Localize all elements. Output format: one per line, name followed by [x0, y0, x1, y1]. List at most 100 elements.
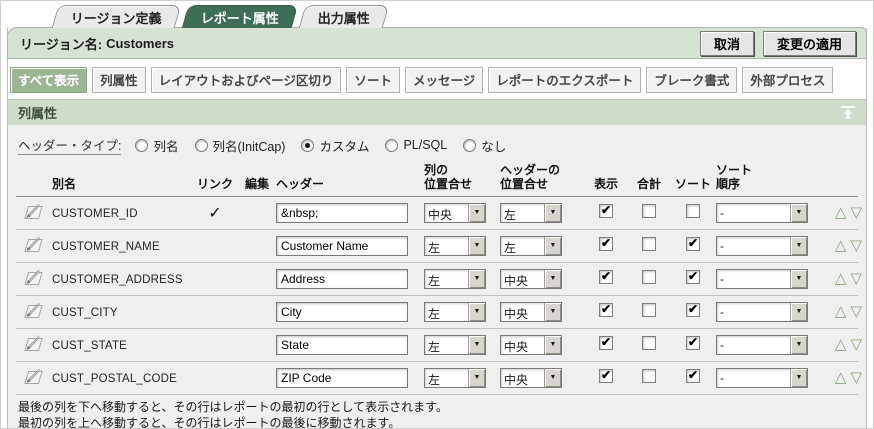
move-up-icon[interactable]: △	[835, 370, 847, 385]
edit-pencil-icon[interactable]	[22, 202, 44, 223]
column-alignment-select[interactable]: 中央 ▼	[424, 203, 486, 223]
edit-pencil-icon[interactable]	[22, 235, 44, 256]
move-up-icon[interactable]: △	[835, 337, 847, 352]
heading-input[interactable]	[276, 269, 408, 289]
heading-input[interactable]	[276, 203, 408, 223]
column-alignment-select[interactable]: 左 ▼	[424, 302, 486, 322]
heading-input[interactable]	[276, 236, 408, 256]
column-alignment-select[interactable]: 左 ▼	[424, 236, 486, 256]
sort-sequence-value: -	[717, 303, 790, 321]
filter-button-label: レポートのエクスポート	[496, 74, 633, 88]
sort-sequence-select[interactable]: - ▼	[716, 368, 808, 388]
filter-button-label: ソート	[354, 74, 392, 88]
filter-button[interactable]: レポートのエクスポート	[488, 67, 641, 93]
filter-button[interactable]: すべて表示	[10, 67, 87, 93]
move-down-icon[interactable]: ▽	[850, 271, 862, 286]
show-checkbox[interactable]	[599, 303, 613, 317]
column-alias: CUST_STATE	[52, 340, 127, 352]
filter-button[interactable]: ソート	[346, 67, 400, 93]
sum-checkbox[interactable]	[642, 204, 656, 218]
column-alignment-select[interactable]: 左 ▼	[424, 335, 486, 355]
sum-checkbox[interactable]	[642, 303, 656, 317]
column-alias: CUSTOMER_NAME	[52, 241, 160, 253]
sort-sequence-select[interactable]: - ▼	[716, 236, 808, 256]
filter-button[interactable]: 列属性	[92, 67, 146, 93]
dropdown-arrow-icon: ▼	[468, 237, 485, 255]
header-type-option: 列名	[135, 136, 178, 155]
move-down-icon[interactable]: ▽	[850, 238, 862, 253]
col-header-sort: ソート	[675, 178, 711, 192]
tab-label: リージョン定義	[71, 8, 162, 27]
heading-input[interactable]	[276, 335, 408, 355]
move-down-icon[interactable]: ▽	[850, 304, 862, 319]
heading-input[interactable]	[276, 302, 408, 322]
header-type-radio[interactable]	[301, 139, 314, 152]
heading-alignment-select[interactable]: 中央 ▼	[500, 368, 562, 388]
filter-button[interactable]: ブレーク書式	[646, 67, 737, 93]
heading-alignment-select[interactable]: 左 ▼	[500, 236, 562, 256]
dropdown-arrow-icon: ▼	[790, 303, 807, 321]
sum-checkbox[interactable]	[642, 336, 656, 350]
sort-checkbox[interactable]	[686, 270, 700, 284]
header-type-radio[interactable]	[195, 139, 208, 152]
filter-button[interactable]: レイアウトおよびページ区切り	[151, 67, 342, 93]
dropdown-arrow-icon: ▼	[544, 369, 561, 387]
show-checkbox[interactable]	[599, 369, 613, 383]
column-alignment-select[interactable]: 左 ▼	[424, 269, 486, 289]
heading-alignment-select[interactable]: 左 ▼	[500, 203, 562, 223]
sort-checkbox[interactable]	[686, 237, 700, 251]
filter-button-label: 列属性	[100, 74, 138, 88]
heading-alignment-select[interactable]: 中央 ▼	[500, 335, 562, 355]
show-checkbox[interactable]	[599, 204, 613, 218]
filter-button-label: レイアウトおよびページ区切り	[159, 74, 334, 88]
cancel-button[interactable]: 取消	[700, 31, 754, 56]
header-type-radio[interactable]	[463, 139, 476, 152]
collapse-to-top-icon[interactable]	[840, 105, 856, 120]
show-checkbox[interactable]	[599, 237, 613, 251]
move-up-icon[interactable]: △	[835, 271, 847, 286]
edit-pencil-icon[interactable]	[22, 268, 44, 289]
move-up-icon[interactable]: △	[835, 304, 847, 319]
move-down-icon[interactable]: ▽	[850, 370, 862, 385]
heading-input[interactable]	[276, 368, 408, 388]
sort-checkbox[interactable]	[686, 369, 700, 383]
move-down-icon[interactable]: ▽	[850, 205, 862, 220]
sort-sequence-select[interactable]: - ▼	[716, 203, 808, 223]
tab[interactable]: リージョン定義	[52, 5, 181, 28]
move-down-icon[interactable]: ▽	[850, 337, 862, 352]
show-checkbox[interactable]	[599, 336, 613, 350]
heading-alignment-select[interactable]: 中央 ▼	[500, 302, 562, 322]
apply-changes-button[interactable]: 変更の適用	[763, 31, 856, 56]
column-alignment-select[interactable]: 左 ▼	[424, 368, 486, 388]
sort-sequence-select[interactable]: - ▼	[716, 335, 808, 355]
sum-checkbox[interactable]	[642, 270, 656, 284]
dropdown-arrow-icon: ▼	[544, 204, 561, 222]
tab[interactable]: 出力属性	[298, 5, 389, 28]
sort-checkbox[interactable]	[686, 336, 700, 350]
edit-pencil-icon[interactable]	[22, 334, 44, 355]
edit-pencil-icon[interactable]	[22, 301, 44, 322]
move-up-icon[interactable]: △	[835, 205, 847, 220]
header-type-radio[interactable]	[135, 139, 148, 152]
show-checkbox[interactable]	[599, 270, 613, 284]
table-row: CUST_POSTAL_CODE ✓ ✓ 左 ▼ 中央 ▼ - ▼ △	[16, 362, 858, 395]
heading-alignment-select[interactable]: 中央 ▼	[500, 269, 562, 289]
filter-button[interactable]: 外部プロセス	[742, 67, 833, 93]
sort-sequence-select[interactable]: - ▼	[716, 302, 808, 322]
header-type-row: ヘッダー・タイプ: 列名 列名(InitCap) カスタム PL/SQL なし	[16, 132, 858, 164]
tab[interactable]: レポート属性	[181, 5, 298, 28]
dropdown-arrow-icon: ▼	[468, 336, 485, 354]
sum-checkbox[interactable]	[642, 369, 656, 383]
edit-pencil-icon[interactable]	[22, 367, 44, 388]
move-up-icon[interactable]: △	[835, 238, 847, 253]
filter-button[interactable]: メッセージ	[405, 67, 483, 93]
header-type-radio[interactable]	[385, 139, 398, 152]
header-type-label[interactable]: ヘッダー・タイプ:	[18, 135, 121, 155]
dropdown-arrow-icon: ▼	[790, 237, 807, 255]
sort-checkbox[interactable]	[686, 303, 700, 317]
header-type-option: 列名(InitCap)	[195, 136, 286, 155]
sort-checkbox[interactable]	[686, 204, 700, 218]
sort-sequence-select[interactable]: - ▼	[716, 269, 808, 289]
col-header-sort-sequence: ソート 順序	[716, 164, 812, 192]
sum-checkbox[interactable]	[642, 237, 656, 251]
